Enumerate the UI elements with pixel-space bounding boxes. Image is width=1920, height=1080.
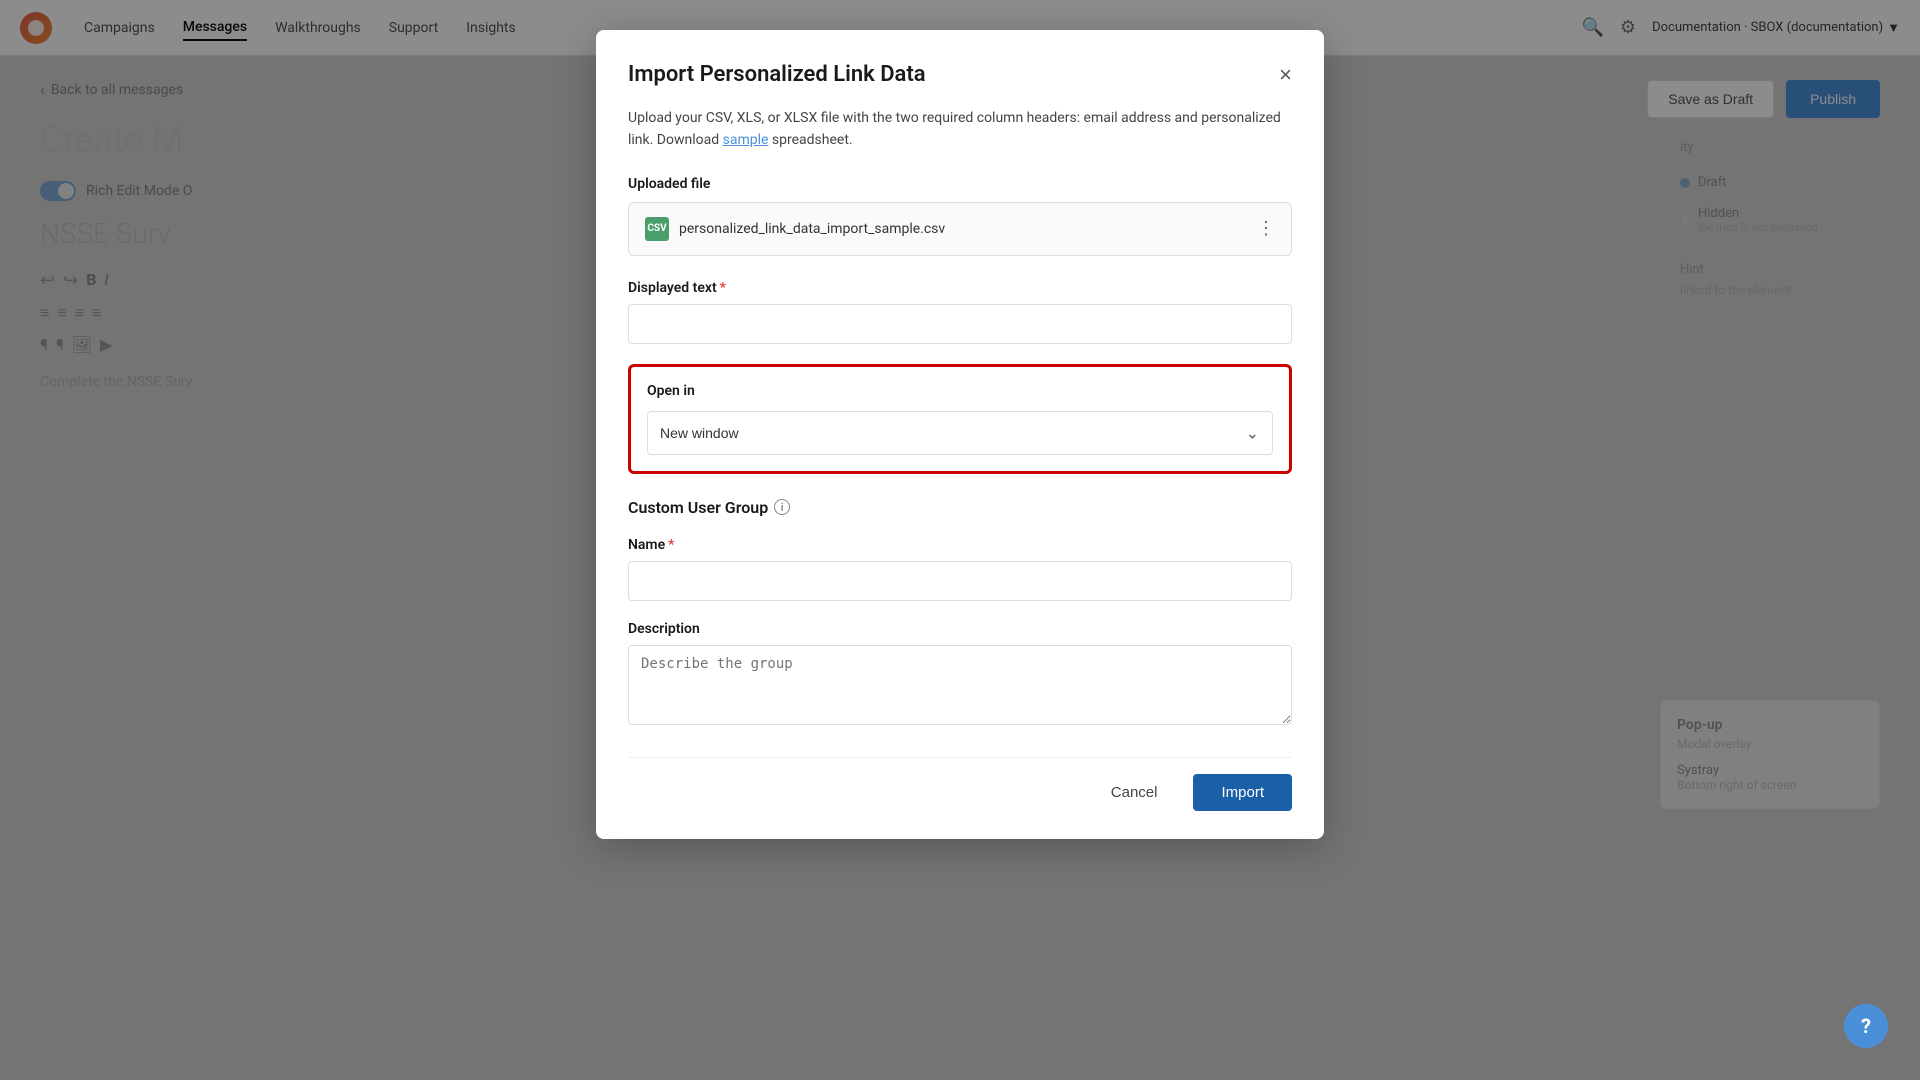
desc-text-2: spreadsheet. bbox=[768, 132, 852, 148]
open-in-label: Open in bbox=[647, 383, 1273, 399]
displayed-text-label-text: Displayed text bbox=[628, 280, 717, 296]
open-in-section: Open in New window Same window ⌄ bbox=[628, 364, 1292, 474]
modal-title: Import Personalized Link Data bbox=[628, 62, 926, 87]
file-item: CSV personalized_link_data_import_sample… bbox=[628, 202, 1292, 256]
file-menu-button[interactable]: ⋮ bbox=[1257, 218, 1275, 239]
description-textarea[interactable] bbox=[628, 645, 1292, 725]
uploaded-file-label: Uploaded file bbox=[628, 176, 1292, 192]
sample-link[interactable]: sample bbox=[723, 132, 769, 148]
custom-group-label-text: Custom User Group bbox=[628, 498, 768, 517]
description-label: Description bbox=[628, 621, 1292, 637]
name-input[interactable] bbox=[628, 561, 1292, 601]
csv-file-icon: CSV bbox=[645, 217, 669, 241]
file-name: personalized_link_data_import_sample.csv bbox=[679, 221, 945, 237]
import-button[interactable]: Import bbox=[1193, 774, 1292, 811]
displayed-text-required: * bbox=[720, 280, 726, 296]
open-in-select[interactable]: New window Same window bbox=[647, 411, 1273, 455]
open-in-select-wrapper: New window Same window ⌄ bbox=[647, 411, 1273, 455]
description-group: Description bbox=[628, 621, 1292, 729]
displayed-text-label: Displayed text * bbox=[628, 280, 1292, 296]
modal: Import Personalized Link Data × Upload y… bbox=[596, 30, 1324, 839]
custom-user-group-section: Custom User Group i bbox=[628, 498, 1292, 517]
custom-group-label: Custom User Group i bbox=[628, 498, 1292, 517]
file-item-left: CSV personalized_link_data_import_sample… bbox=[645, 217, 945, 241]
displayed-text-input[interactable] bbox=[628, 304, 1292, 344]
info-icon[interactable]: i bbox=[774, 499, 790, 515]
name-label-text: Name bbox=[628, 537, 665, 553]
modal-description: Upload your CSV, XLS, or XLSX file with … bbox=[628, 107, 1292, 152]
displayed-text-group: Displayed text * bbox=[628, 280, 1292, 344]
name-label: Name * bbox=[628, 537, 1292, 553]
name-required: * bbox=[668, 537, 674, 553]
modal-footer: Cancel Import bbox=[628, 757, 1292, 811]
modal-close-button[interactable]: × bbox=[1279, 64, 1292, 86]
name-group: Name * bbox=[628, 537, 1292, 601]
modal-overlay: Import Personalized Link Data × Upload y… bbox=[0, 0, 1920, 1080]
cancel-button[interactable]: Cancel bbox=[1087, 774, 1182, 811]
modal-header: Import Personalized Link Data × bbox=[628, 62, 1292, 87]
help-button[interactable]: ? bbox=[1844, 1004, 1888, 1048]
